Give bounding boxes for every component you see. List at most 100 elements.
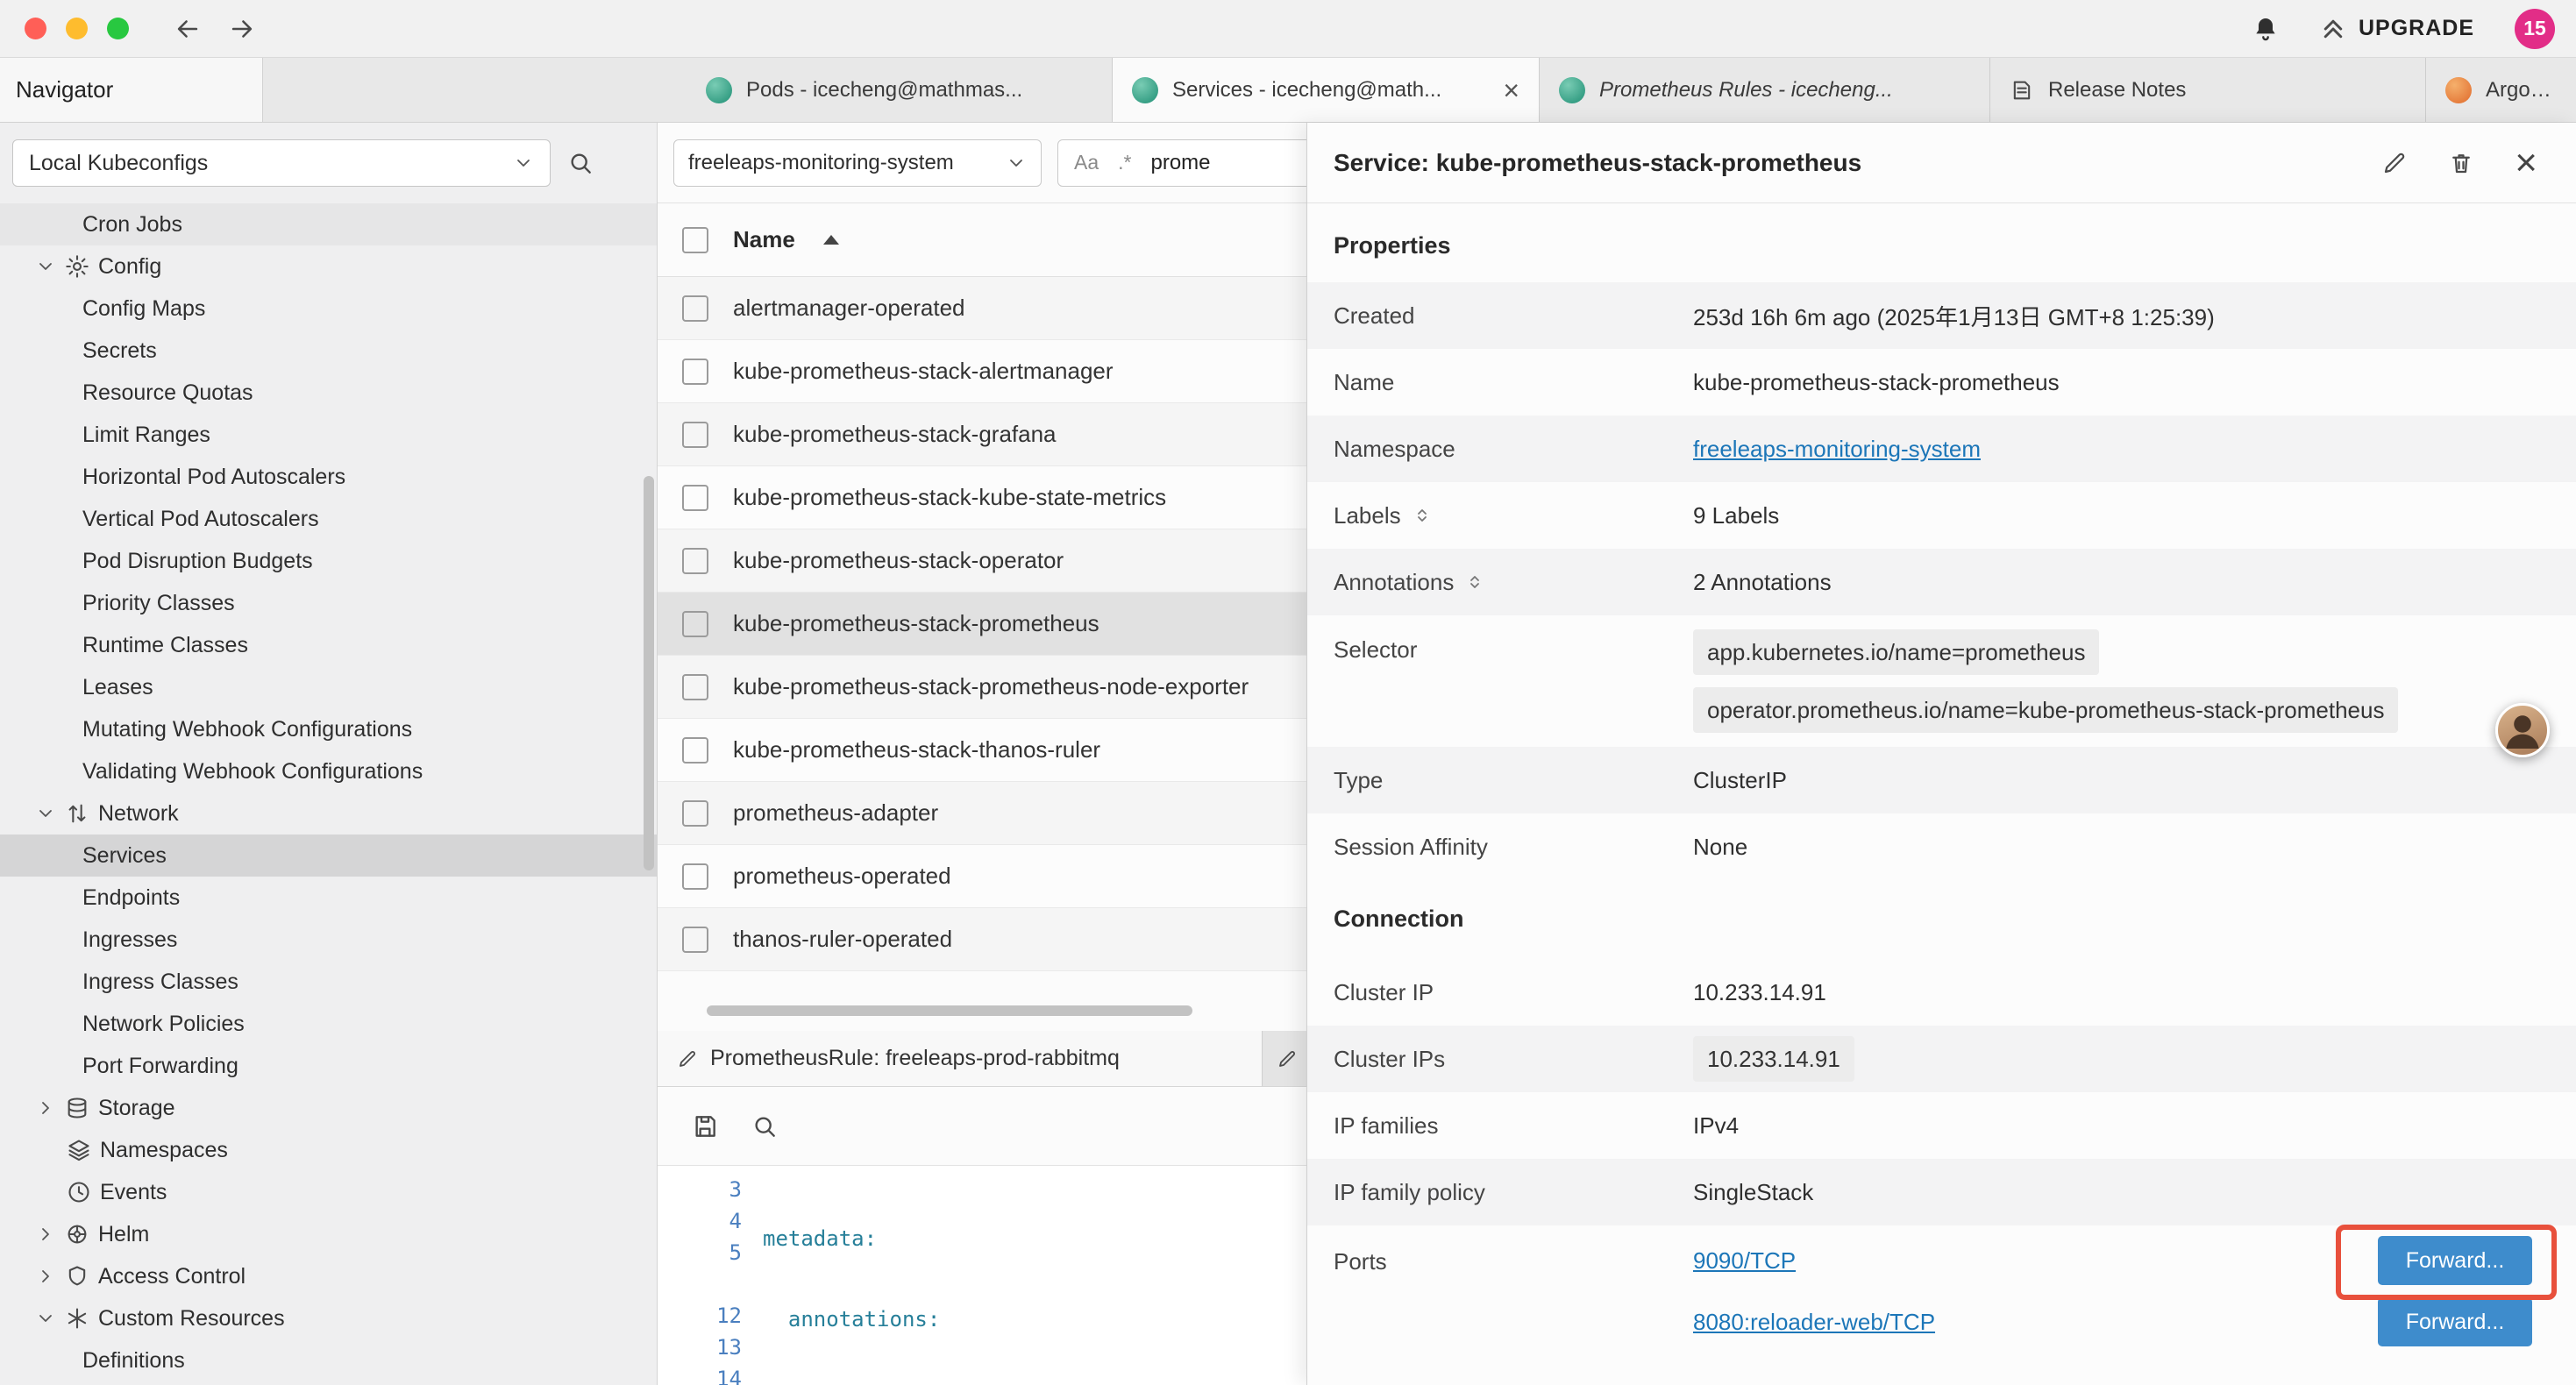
editor-search-icon[interactable] — [751, 1112, 779, 1140]
sidebar-item-config[interactable]: Config — [0, 245, 657, 288]
row-checkbox[interactable] — [682, 927, 708, 953]
dock-tab-prometheusrule[interactable]: PrometheusRule: freeleaps-prod-rabbitmq — [658, 1031, 1263, 1086]
config-gear-icon — [65, 254, 89, 279]
select-all-checkbox[interactable] — [682, 227, 708, 253]
kubeconfig-selector[interactable]: Local Kubeconfigs — [12, 139, 551, 187]
namespace-link[interactable]: freeleaps-monitoring-system — [1693, 436, 1981, 462]
port-link-8080-reloader-web[interactable]: 8080:reloader-web/TCP — [1693, 1309, 1935, 1336]
row-checkbox[interactable] — [682, 737, 708, 764]
sidebar-item-network[interactable]: Network — [0, 792, 657, 835]
delete-trash-icon[interactable] — [2448, 150, 2474, 176]
name-column-header[interactable]: Name — [733, 226, 795, 253]
edit-pencil-icon[interactable] — [2381, 150, 2408, 176]
sidebar-item-namespaces[interactable]: Namespaces — [0, 1129, 657, 1171]
sidebar-item-label: Ingress Classes — [82, 970, 238, 995]
sidebar-item-definitions[interactable]: Definitions — [0, 1339, 657, 1381]
sidebar-item-pod-disruption-budgets[interactable]: Pod Disruption Budgets — [0, 540, 657, 582]
sidebar-item-ingress-classes[interactable]: Ingress Classes — [0, 961, 657, 1003]
sidebar-item-limit-ranges[interactable]: Limit Ranges — [0, 414, 657, 456]
sidebar-item-storage[interactable]: Storage — [0, 1087, 657, 1129]
sidebar-item-label: Definitions — [82, 1348, 185, 1374]
sidebar-item-horizontal-pod-autoscalers[interactable]: Horizontal Pod Autoscalers — [0, 456, 657, 498]
row-checkbox[interactable] — [682, 674, 708, 700]
navigator-label: Navigator — [16, 76, 113, 103]
sidebar-item-ingresses[interactable]: Ingresses — [0, 919, 657, 961]
sidebar-item-mutating-webhook-configurations[interactable]: Mutating Webhook Configurations — [0, 708, 657, 750]
property-label: Namespace — [1334, 436, 1693, 463]
row-checkbox[interactable] — [682, 863, 708, 890]
window-close-button[interactable] — [25, 18, 46, 39]
sidebar-item-port-forwarding[interactable]: Port Forwarding — [0, 1045, 657, 1087]
expand-collapse-icon[interactable] — [1412, 505, 1433, 526]
sidebar-item-helm[interactable]: Helm — [0, 1213, 657, 1255]
sidebar-item-cron-jobs[interactable]: Cron Jobs — [0, 203, 657, 245]
row-checkbox[interactable] — [682, 611, 708, 637]
sidebar-item-label: Port Forwarding — [82, 1054, 238, 1079]
row-checkbox[interactable] — [682, 295, 708, 322]
match-case-toggle[interactable]: Aa — [1074, 151, 1099, 174]
row-checkbox[interactable] — [682, 485, 708, 511]
row-checkbox[interactable] — [682, 359, 708, 385]
sidebar-item-validating-webhook-configurations[interactable]: Validating Webhook Configurations — [0, 750, 657, 792]
horizontal-scrollbar[interactable] — [707, 1005, 1192, 1016]
property-row-selector: Selector app.kubernetes.io/name=promethe… — [1307, 615, 2576, 747]
row-checkbox[interactable] — [682, 422, 708, 448]
helm-wheel-icon — [65, 1222, 89, 1246]
sidebar-item-services[interactable]: Services — [0, 835, 657, 877]
sidebar-item-endpoints[interactable]: Endpoints — [0, 877, 657, 919]
row-checkbox[interactable] — [682, 800, 708, 827]
sidebar-item-runtime-classes[interactable]: Runtime Classes — [0, 624, 657, 666]
tab-pods[interactable]: Pods - icecheng@mathmas... — [687, 58, 1113, 122]
properties-section-heading: Properties — [1307, 228, 2576, 263]
shield-icon — [65, 1264, 89, 1289]
port-forward-button[interactable]: Forward... — [2378, 1297, 2532, 1346]
port-link-9090[interactable]: 9090/TCP — [1693, 1247, 1796, 1275]
sidebar-item-access-control[interactable]: Access Control — [0, 1255, 657, 1297]
forward-icon[interactable] — [227, 14, 257, 44]
drawer-close-icon[interactable]: × — [2515, 144, 2537, 182]
sidebar-item-network-policies[interactable]: Network Policies — [0, 1003, 657, 1045]
property-label: Labels — [1334, 502, 1401, 529]
tab-prometheus-rules[interactable]: Prometheus Rules - icecheng... — [1540, 58, 1990, 122]
service-name: kube-prometheus-stack-operator — [733, 547, 1064, 574]
save-icon[interactable] — [691, 1112, 719, 1140]
service-details-drawer: Service: kube-prometheus-stack-prometheu… — [1306, 123, 2576, 1385]
notifications-bell-icon[interactable] — [2252, 15, 2280, 43]
upgrade-button[interactable]: UPGRADE — [2320, 16, 2474, 42]
property-row-namespace: Namespace freeleaps-monitoring-system — [1307, 416, 2576, 482]
sidebar-search-icon[interactable] — [566, 149, 594, 177]
namespace-filter-value: freeleaps-monitoring-system — [688, 151, 954, 175]
tab-argo[interactable]: Argo Se — [2426, 58, 2576, 122]
property-value[interactable]: 2 Annotations — [1693, 569, 2532, 596]
sidebar-scrollbar[interactable] — [644, 476, 654, 870]
tab-services[interactable]: Services - icecheng@math... × — [1113, 58, 1540, 122]
navigator-sidebar: Local Kubeconfigs Cron Jobs Config Confi… — [0, 123, 658, 1385]
row-checkbox[interactable] — [682, 548, 708, 574]
sidebar-item-resource-quotas[interactable]: Resource Quotas — [0, 372, 657, 414]
sidebar-item-vertical-pod-autoscalers[interactable]: Vertical Pod Autoscalers — [0, 498, 657, 540]
sidebar-item-custom-resources[interactable]: Custom Resources — [0, 1297, 657, 1339]
expand-collapse-icon[interactable] — [1464, 572, 1485, 593]
regex-toggle[interactable]: .* — [1118, 151, 1131, 174]
tab-close-icon[interactable]: × — [1503, 76, 1519, 104]
titlebar: UPGRADE 15 — [0, 0, 2576, 58]
sidebar-item-label: Custom Resources — [98, 1306, 285, 1332]
sidebar-item-config-maps[interactable]: Config Maps — [0, 288, 657, 330]
navigator-header[interactable]: Navigator — [0, 58, 263, 122]
sidebar-item-events[interactable]: Events — [0, 1171, 657, 1213]
service-name: prometheus-operated — [733, 863, 951, 890]
sidebar-item-secrets[interactable]: Secrets — [0, 330, 657, 372]
namespace-filter-select[interactable]: freeleaps-monitoring-system — [673, 139, 1042, 187]
tab-label: Pods - icecheng@mathmas... — [746, 78, 1022, 103]
tab-release-notes[interactable]: Release Notes — [1990, 58, 2426, 122]
property-value[interactable]: 9 Labels — [1693, 502, 2532, 529]
user-avatar[interactable] — [2495, 703, 2550, 757]
cluster-ip-badge: 10.233.14.91 — [1693, 1036, 1854, 1082]
window-zoom-button[interactable] — [107, 18, 129, 39]
back-icon[interactable] — [173, 14, 203, 44]
window-minimize-button[interactable] — [66, 18, 88, 39]
sidebar-item-leases[interactable]: Leases — [0, 666, 657, 708]
sidebar-item-priority-classes[interactable]: Priority Classes — [0, 582, 657, 624]
notification-count-badge[interactable]: 15 — [2515, 9, 2555, 49]
release-notes-icon — [2010, 78, 2034, 103]
